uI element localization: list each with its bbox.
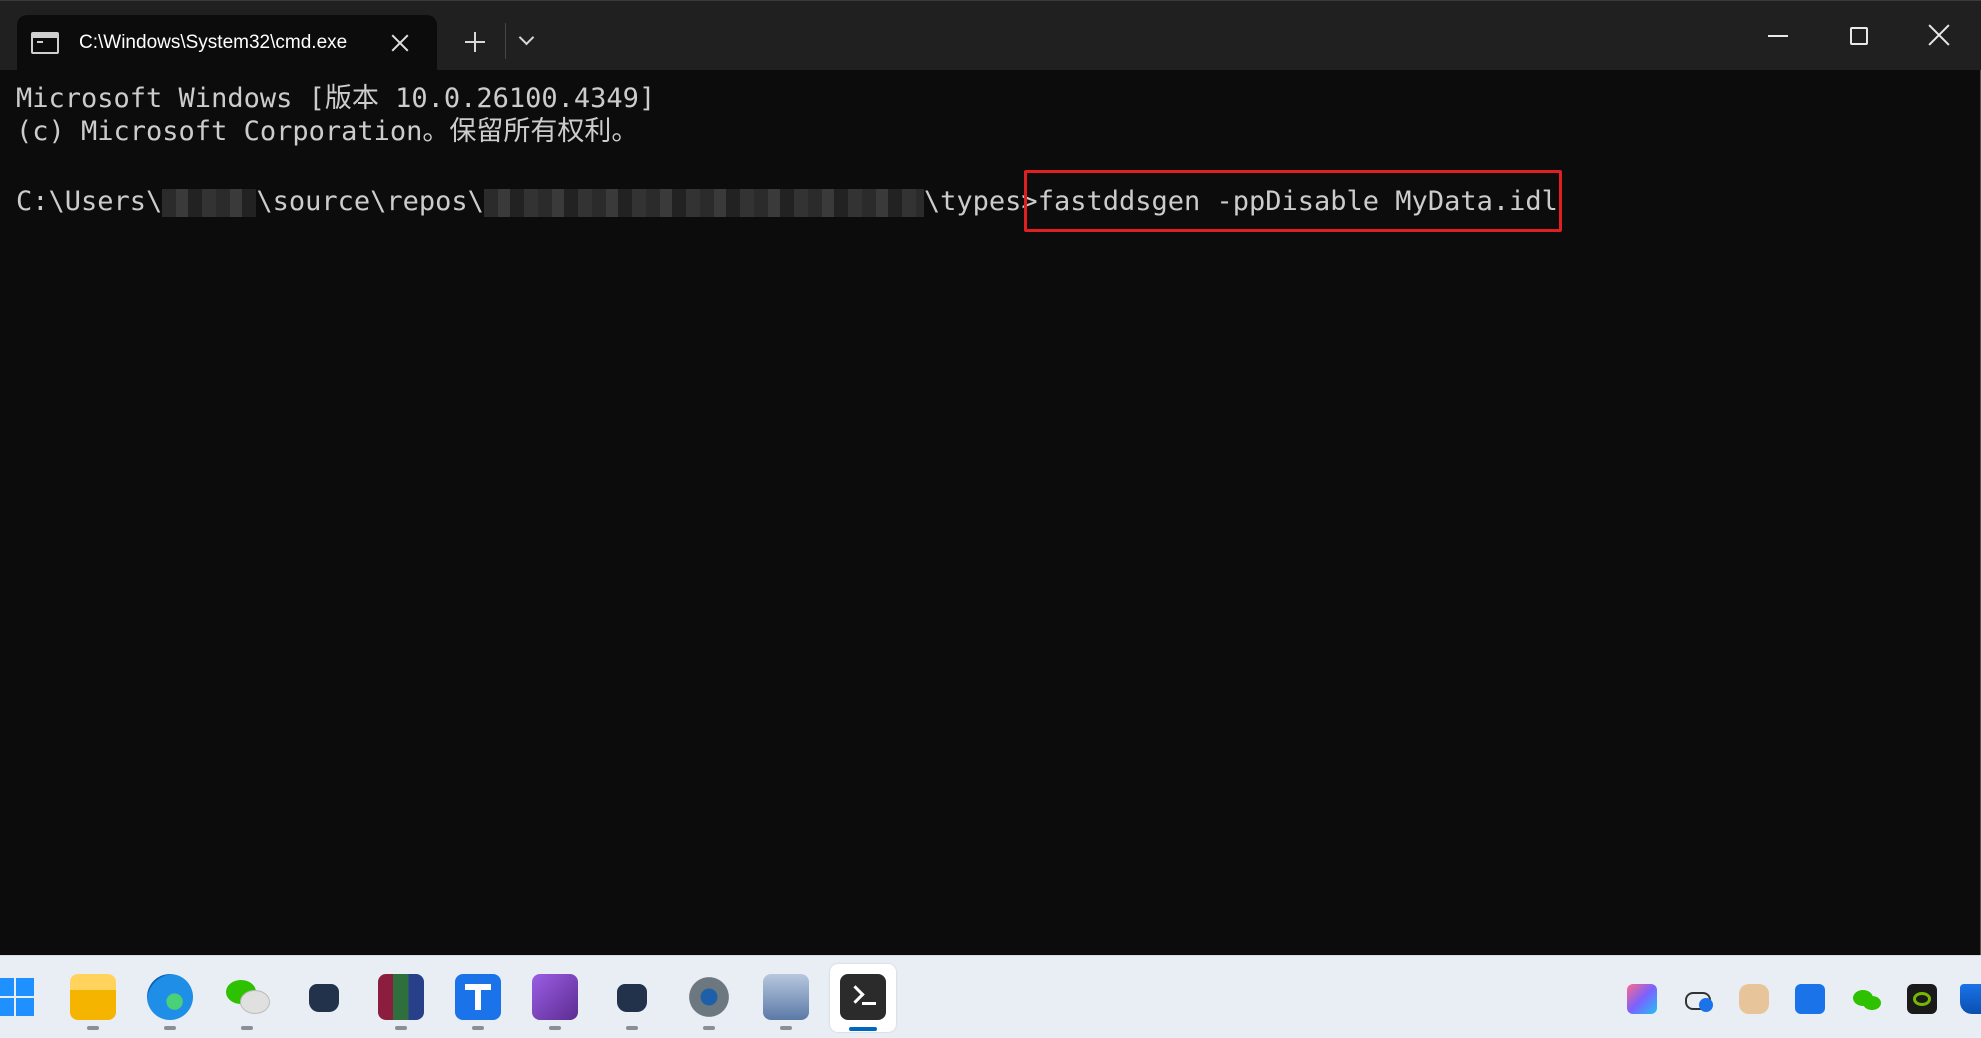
t-app-icon[interactable]	[455, 974, 501, 1020]
running-indicator	[87, 1026, 99, 1030]
running-indicator	[780, 1026, 792, 1030]
maximize-button[interactable]	[1842, 19, 1876, 53]
running-indicator	[626, 1026, 638, 1030]
nvidia-icon[interactable]	[1907, 984, 1937, 1014]
tab-title: C:\Windows\System32\cmd.exe	[79, 32, 348, 53]
console-icon	[31, 32, 59, 54]
tab-separator	[505, 23, 506, 59]
cloud-info-icon[interactable]	[1683, 984, 1713, 1014]
edge-icon[interactable]	[147, 974, 193, 1020]
running-indicator	[164, 1026, 176, 1030]
new-tab-button[interactable]	[460, 27, 490, 57]
running-indicator	[703, 1026, 715, 1030]
m365-icon[interactable]	[1627, 984, 1657, 1014]
windows-logo-icon[interactable]	[0, 978, 36, 1018]
wechat-icon[interactable]	[1851, 984, 1881, 1014]
cat-icon[interactable]	[609, 974, 655, 1020]
tab-dropdown-button[interactable]	[516, 29, 538, 51]
running-indicator	[472, 1026, 484, 1030]
title-bar: C:\Windows\System32\cmd.exe	[0, 0, 1981, 71]
redacted-repo-path	[483, 188, 924, 217]
t-app-icon[interactable]	[1795, 984, 1825, 1014]
winrar-icon[interactable]	[378, 974, 424, 1020]
tab-close-icon[interactable]	[387, 30, 413, 56]
active-indicator	[849, 1027, 877, 1031]
folder-icon[interactable]	[70, 974, 116, 1020]
terminal-line-version: Microsoft Windows [版本 10.0.26100.4349]	[16, 83, 656, 114]
running-indicator	[395, 1026, 407, 1030]
prompt-suffix: \types>	[923, 186, 1038, 217]
redacted-username	[162, 188, 257, 217]
remote-desktop-icon[interactable]	[763, 974, 809, 1020]
wechat-icon[interactable]	[224, 974, 270, 1020]
running-indicator	[549, 1026, 561, 1030]
prompt-mid: \source\repos\	[256, 186, 484, 217]
terminal-icon[interactable]	[840, 974, 886, 1020]
terminal-line-copyright: (c) Microsoft Corporation。保留所有权利。	[16, 116, 639, 147]
command-highlight-box	[1024, 170, 1562, 232]
defender-icon[interactable]	[1960, 984, 1981, 1014]
gear-icon[interactable]	[686, 974, 732, 1020]
visual-studio-icon[interactable]	[532, 974, 578, 1020]
minimize-button[interactable]	[1762, 19, 1796, 53]
cat-face-icon[interactable]	[1739, 984, 1769, 1014]
cat-icon[interactable]	[301, 974, 347, 1020]
prompt-prefix: C:\Users\	[16, 186, 163, 217]
taskbar	[0, 955, 1981, 1038]
running-indicator	[241, 1026, 253, 1030]
tab-cmd[interactable]: C:\Windows\System32\cmd.exe	[17, 15, 437, 71]
terminal-pane[interactable]: Microsoft Windows [版本 10.0.26100.4349] (…	[0, 70, 1981, 955]
close-button[interactable]	[1922, 19, 1956, 53]
